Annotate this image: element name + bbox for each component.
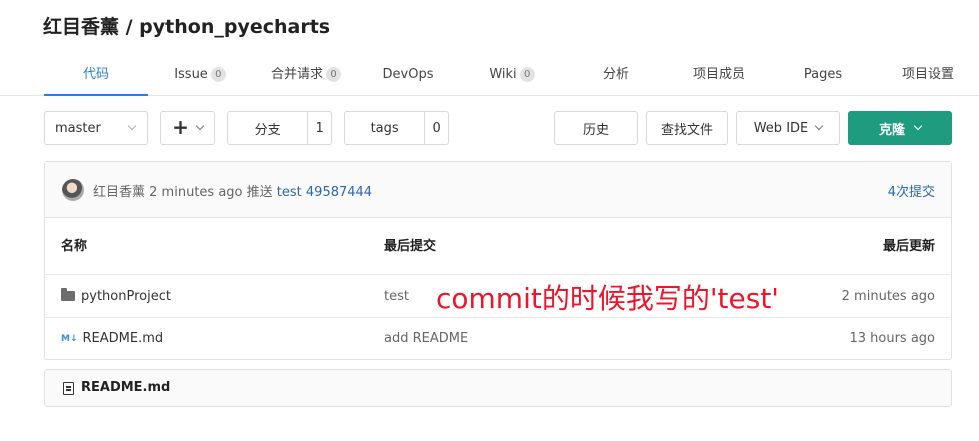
page-title: 红目香薰 / python_pyecharts	[43, 16, 331, 38]
clone-button[interactable]: 克隆	[848, 111, 952, 145]
tab-issue[interactable]: Issue 0	[160, 56, 240, 96]
tab-wiki[interactable]: Wiki 0	[474, 56, 550, 96]
tab-merge-requests[interactable]: 合并请求 0	[256, 56, 356, 96]
wiki-count-badge: 0	[519, 67, 535, 82]
web-ide-button[interactable]: Web IDE	[736, 111, 840, 145]
history-button[interactable]: 历史	[554, 111, 638, 145]
column-header-name: 名称	[61, 239, 88, 254]
branches-button[interactable]: 分支 1	[227, 111, 332, 145]
tab-members[interactable]: 项目成员	[680, 56, 758, 96]
chevron-down-icon	[195, 121, 205, 131]
file-name-link[interactable]: pythonProject	[81, 289, 171, 304]
row-commit-message[interactable]: add README	[384, 318, 468, 360]
chevron-down-icon	[127, 121, 137, 131]
tags-button[interactable]: tags 0	[344, 111, 449, 145]
avatar[interactable]	[62, 179, 84, 201]
commit-action: 推送	[246, 185, 273, 200]
chevron-down-icon	[913, 121, 923, 131]
readme-header: README.md	[44, 369, 952, 407]
find-file-button[interactable]: 查找文件	[646, 111, 728, 145]
tab-code[interactable]: 代码	[44, 56, 148, 96]
annotation-text: commit的时候我写的'test'	[436, 282, 780, 315]
add-menu-button[interactable]: +	[160, 111, 215, 145]
tab-devops[interactable]: DevOps	[370, 56, 446, 96]
row-updated-time: 2 minutes ago	[841, 289, 935, 304]
row-commit-message[interactable]: test	[384, 275, 409, 318]
file-browser: 红目香薰 2 minutes ago 推送 test 49587444 4次提交…	[44, 161, 952, 360]
tab-settings[interactable]: 项目设置	[890, 56, 966, 96]
plus-icon: +	[172, 115, 189, 139]
file-name-link[interactable]: README.md	[83, 331, 164, 346]
tab-analytics[interactable]: 分析	[584, 56, 648, 96]
column-header-last-commit: 最后提交	[384, 239, 437, 254]
merge-count-badge: 0	[326, 67, 341, 82]
column-header-last-update: 最后更新	[882, 239, 935, 254]
markdown-icon: M↓	[61, 334, 78, 344]
commit-time: 2 minutes ago	[149, 185, 243, 200]
last-commit-bar: 红目香薰 2 minutes ago 推送 test 49587444 4次提交	[45, 162, 951, 218]
issue-count-badge: 0	[210, 67, 226, 82]
folder-icon	[61, 288, 75, 301]
chevron-down-icon	[815, 121, 824, 131]
branches-count: 1	[307, 112, 331, 144]
commit-message-link[interactable]: test	[277, 185, 302, 200]
tab-pages[interactable]: Pages	[790, 56, 856, 96]
commits-count-link[interactable]: 4次提交	[888, 181, 935, 200]
branch-select[interactable]: master	[44, 111, 148, 145]
commit-author[interactable]: 红目香薰	[93, 185, 145, 200]
tab-bar: 代码 Issue 0 合并请求 0 DevOps Wiki 0 分析 项目成员 Pag…	[0, 56, 979, 96]
table-row[interactable]: M↓ README.md add README 13 hours ago	[45, 318, 951, 360]
commit-hash-link[interactable]: 49587444	[306, 185, 372, 200]
tags-count: 0	[424, 112, 448, 144]
table-header: 名称 最后提交 最后更新	[45, 218, 951, 275]
last-commit-info: 红目香薰 2 minutes ago 推送 test 49587444	[93, 181, 372, 200]
row-updated-time: 13 hours ago	[849, 331, 935, 346]
file-icon	[63, 382, 74, 395]
readme-title[interactable]: README.md	[81, 380, 170, 395]
